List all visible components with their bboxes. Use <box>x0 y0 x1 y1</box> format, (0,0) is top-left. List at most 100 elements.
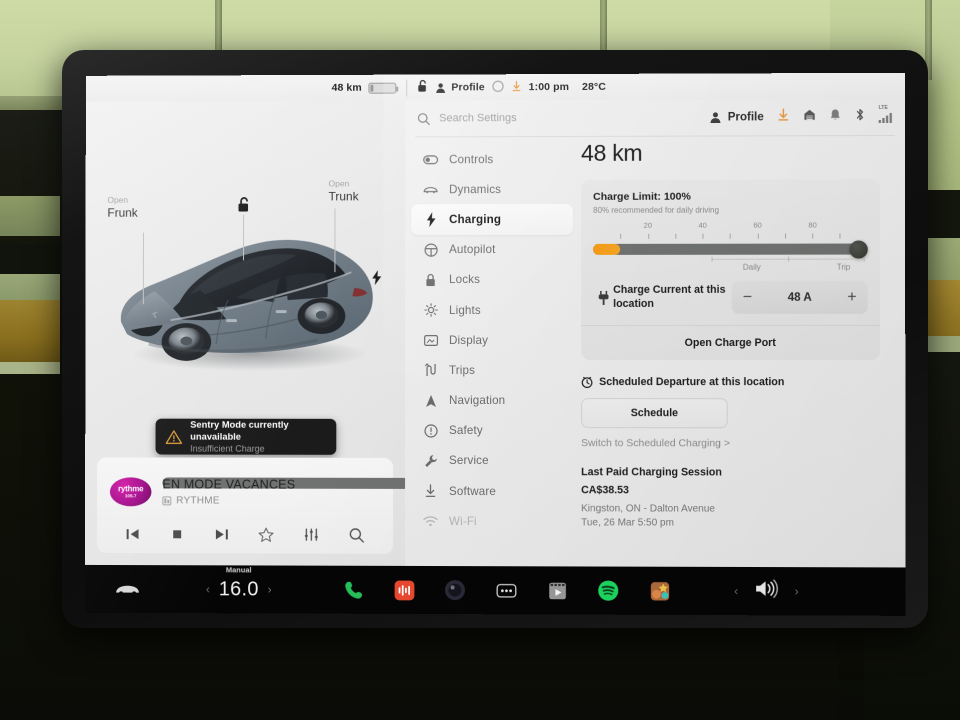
sidebar-item-navigation[interactable]: Navigation <box>411 385 573 415</box>
notifications-icon[interactable] <box>829 108 841 126</box>
sidebar-item-label: Trips <box>449 363 476 377</box>
toggle-icon <box>423 155 439 164</box>
arcade-icon <box>650 581 669 600</box>
status-profile-button[interactable]: Profile <box>435 81 485 93</box>
volume-control[interactable]: ‹ › <box>734 579 799 603</box>
lock-icon <box>423 273 438 287</box>
open-charge-port-button[interactable]: Open Charge Port <box>593 326 868 360</box>
vehicle-lock-control[interactable] <box>237 197 251 261</box>
unlock-icon <box>419 80 428 92</box>
slider-limit-knob[interactable] <box>849 240 868 259</box>
car-icon <box>116 585 139 596</box>
theater-app-icon[interactable] <box>545 578 569 602</box>
window-band <box>0 362 60 374</box>
film-icon <box>548 582 566 599</box>
stop-button[interactable] <box>169 526 185 542</box>
window-band <box>0 274 60 300</box>
equalizer-icon <box>394 580 415 600</box>
sidebar-item-autopilot[interactable]: Autopilot <box>411 234 573 264</box>
status-circle-button[interactable] <box>492 80 504 95</box>
charge-current-decrease-button[interactable]: − <box>743 288 752 305</box>
track-artist: RYTHME <box>176 495 220 507</box>
arcade-app-icon[interactable] <box>648 579 672 603</box>
switch-to-scheduled-charging-link[interactable]: Switch to Scheduled Charging > <box>581 438 895 449</box>
open-frunk-control[interactable]: Open Frunk <box>107 194 144 305</box>
radio-icon <box>162 496 171 505</box>
car-illustration[interactable] <box>109 194 387 379</box>
sidebar-item-trips[interactable]: Trips <box>411 355 573 385</box>
charge-current-value: 48 A <box>787 291 812 304</box>
search-settings-field[interactable]: Search Settings <box>417 111 701 125</box>
charge-limit-slider[interactable]: 20 40 60 80 Daily Trip <box>593 220 868 273</box>
sidebar-item-label: Service <box>448 454 489 468</box>
sidebar-item-label: Charging <box>449 213 502 227</box>
charge-current-increase-button[interactable]: + <box>847 288 856 305</box>
last-session-datetime: Tue, 26 Mar 5:50 pm <box>581 517 674 529</box>
settings-header: Search Settings Profile LTE <box>405 99 905 137</box>
sliders-icon <box>305 529 319 542</box>
next-icon <box>215 529 228 540</box>
volume-button[interactable] <box>754 579 778 603</box>
climate-decrease-button[interactable]: ‹ <box>206 582 210 596</box>
previous-icon <box>126 529 139 540</box>
car-status-pane: Open Frunk Open Trunk Sentry Mode curren… <box>85 74 435 566</box>
favorite-button[interactable] <box>258 526 275 543</box>
search-media-button[interactable] <box>348 526 365 543</box>
status-unlock-button[interactable] <box>417 80 428 96</box>
charge-current-stepper[interactable]: − 48 A + <box>731 280 868 314</box>
media-player-card: rythme 105.7 EN MODE VACANCES RYTHME <box>96 457 435 554</box>
next-track-button[interactable] <box>214 526 230 542</box>
last-session-amount: CA$38.53 <box>581 484 629 497</box>
sidebar-item-service[interactable]: Service <box>411 446 573 476</box>
download-arrow-icon <box>512 80 521 91</box>
compass-arrow-icon <box>423 394 438 408</box>
sidebar-item-controls[interactable]: Controls <box>411 144 573 175</box>
volume-decrease-button[interactable]: ‹ <box>734 584 738 598</box>
sidebar-item-locks[interactable]: Locks <box>411 265 573 295</box>
tesla-touchscreen: Open Frunk Open Trunk Sentry Mode curren… <box>84 72 906 616</box>
camera-app-icon[interactable] <box>443 578 467 602</box>
sidebar-item-wifi[interactable]: Wi-Fi <box>411 506 573 537</box>
status-download-button[interactable] <box>511 80 522 95</box>
home-location-icon[interactable] <box>803 108 816 126</box>
charge-current-label: Charge Current at this location <box>613 283 726 310</box>
lte-signal-indicator[interactable]: LTE <box>879 104 893 123</box>
previous-track-button[interactable] <box>125 526 141 542</box>
unlock-icon <box>239 197 250 213</box>
spotify-app-icon[interactable] <box>596 579 620 603</box>
climate-control[interactable]: Manual ‹ 16.0 › <box>206 565 272 601</box>
equalizer-button[interactable] <box>303 527 319 543</box>
bluetooth-icon-button[interactable] <box>854 108 865 127</box>
open-trunk-control[interactable]: Open Trunk <box>329 178 359 273</box>
volume-increase-button[interactable]: › <box>795 584 799 598</box>
sidebar-item-lights[interactable]: Lights <box>411 295 573 325</box>
sidebar-item-display[interactable]: Display <box>411 325 573 355</box>
sidebar-item-label: Display <box>449 333 489 347</box>
climate-temperature: 16.0 <box>218 577 259 600</box>
sidebar-item-dynamics[interactable]: Dynamics <box>411 174 573 204</box>
sentry-mode-toast: Sentry Mode currently unavailable Insuff… <box>155 418 337 455</box>
more-apps-icon[interactable] <box>494 578 518 602</box>
header-divider <box>415 135 895 138</box>
sidebar-item-charging[interactable]: Charging <box>411 204 574 235</box>
phone-app-icon[interactable] <box>341 578 365 602</box>
schedule-button[interactable]: Schedule <box>581 398 728 429</box>
sidebar-item-software[interactable]: Software <box>411 476 573 507</box>
sidebar-item-label: Software <box>448 484 496 498</box>
sidebar-item-safety[interactable]: Safety <box>411 416 573 446</box>
media-app-icon[interactable] <box>392 578 416 602</box>
status-temperature: 28°C <box>582 80 606 93</box>
profile-button[interactable]: Profile <box>710 111 764 123</box>
speaker-icon <box>756 579 778 598</box>
charge-bolt-icon[interactable] <box>371 270 382 286</box>
spotify-icon <box>598 580 619 601</box>
daily-trip-scale <box>711 256 865 262</box>
slider-tick-label: 60 <box>753 220 762 230</box>
slider-track[interactable] <box>593 240 868 259</box>
stop-icon <box>173 530 182 539</box>
slider-tick-labels: 20 40 60 80 <box>593 220 868 231</box>
software-update-icon[interactable] <box>777 108 790 126</box>
climate-increase-button[interactable]: › <box>268 582 272 596</box>
car-app-icon[interactable] <box>115 581 141 597</box>
open-frunk-prefix: Open <box>107 194 128 205</box>
